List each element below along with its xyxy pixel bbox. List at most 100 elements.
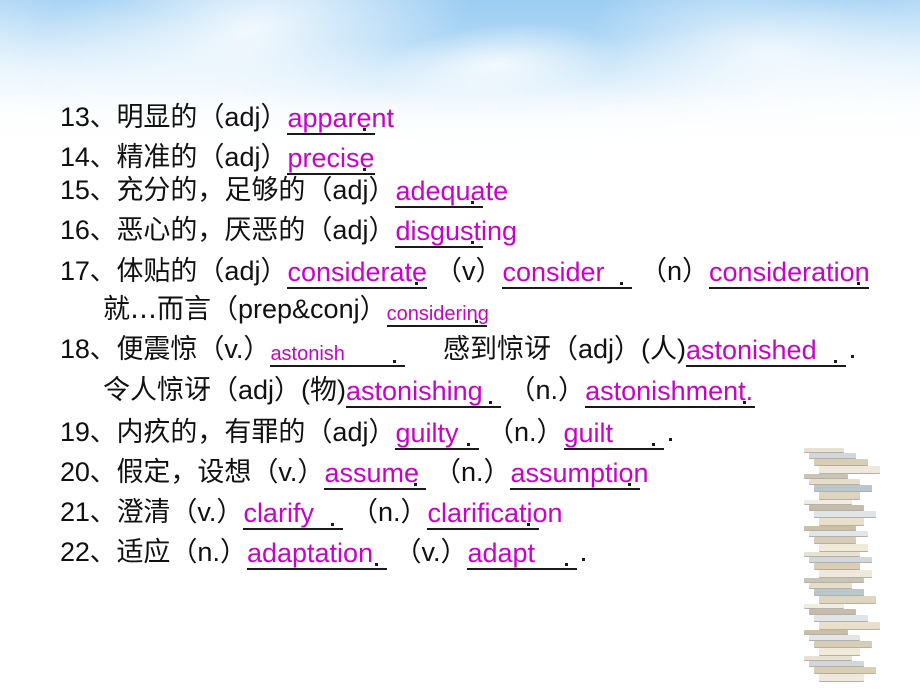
book-in-stack: [819, 544, 868, 551]
blank-underline: [563, 448, 664, 450]
part-of-speech-label: （n.）: [350, 497, 428, 527]
blank-underline: [585, 406, 756, 408]
answer-blank[interactable]: apparent: [287, 104, 394, 135]
part-of-speech-label: （adj）: [305, 175, 396, 205]
vocab-item-number: 20、: [60, 457, 117, 487]
book-in-stack: [814, 641, 872, 647]
blank-end-dot: [374, 563, 378, 566]
vocab-chinese-term: 假定，设想: [116, 457, 252, 488]
blank-end-dot: [467, 443, 471, 446]
handwritten-answer: astonish: [270, 343, 345, 365]
vocab-chinese-term: 令人惊讶: [103, 375, 211, 406]
blank-end-dot: [565, 563, 569, 566]
book-in-stack: [814, 667, 876, 673]
vocab-row: 令人惊讶（adj）(物) astonishing （n.） astonishme…: [103, 375, 756, 408]
part-of-speech-label: （n.）: [486, 417, 564, 447]
blank-underline: [427, 528, 540, 530]
handwritten-answer: apparent: [287, 103, 395, 133]
handwritten-answer: consider: [502, 257, 605, 287]
answer-blank[interactable]: guilty: [395, 418, 480, 450]
vocab-chinese-term: 明显的: [116, 102, 198, 133]
blank-end-dot: [414, 483, 418, 486]
vocab-row: 18、便震惊（v.） astonish 感到惊讶（adj）(人) astonis…: [60, 334, 854, 367]
answer-blank[interactable]: adequate: [395, 177, 508, 208]
book-in-stack: [809, 505, 864, 510]
vocab-row: 19、内疚的，有罪的（adj） guilty （n.） guilt: [60, 417, 672, 450]
answer-blank[interactable]: astonishing: [346, 376, 502, 408]
handwritten-answer: clarification: [427, 498, 563, 528]
vocab-row: 17、体贴的（adj） considerate （v） consider （n）…: [60, 256, 870, 289]
vocab-row: 就…而言（prep&conj） considering: [103, 296, 489, 327]
answer-blank[interactable]: guilt: [563, 418, 664, 450]
handwritten-answer: astonishing: [346, 376, 483, 406]
handwritten-answer: precise: [287, 143, 375, 173]
book-in-stack: [819, 622, 880, 629]
book-in-stack: [804, 500, 852, 504]
part-of-speech-label: （n）: [640, 256, 710, 286]
book-in-stack: [809, 453, 856, 458]
vocab-item-number: 15、: [60, 175, 117, 205]
handwritten-answer: guilt: [563, 418, 614, 448]
answer-blank[interactable]: disgusting: [395, 217, 517, 248]
blank-end-dot: [527, 523, 531, 526]
part-of-speech-label: （n.）: [433, 457, 511, 487]
vocab-row: 13、明显的（adj） apparent: [60, 102, 394, 135]
answer-blank[interactable]: clarification: [427, 499, 563, 530]
part-of-speech-label: （adj）: [305, 417, 396, 447]
answer-blank[interactable]: astonishment.: [585, 376, 756, 408]
trailing-period: [850, 355, 854, 358]
vocab-chinese-term: 澄清: [116, 497, 171, 528]
vocab-chinese-term: 内疚的，有罪的: [116, 417, 306, 448]
vocab-item-number: 18、: [60, 334, 117, 364]
part-of-speech-label: （v）: [434, 256, 503, 286]
part-of-speech-label: （n.）: [170, 537, 247, 567]
handwritten-answer: consideration: [709, 257, 870, 287]
blank-underline: [287, 133, 376, 135]
handwritten-answer: disgusting: [395, 216, 518, 246]
blank-underline: [510, 488, 641, 490]
blank-end-dot: [393, 360, 397, 363]
blank-underline: [502, 287, 633, 289]
answer-blank[interactable]: astonished: [685, 335, 846, 367]
answer-blank[interactable]: consideration: [709, 257, 870, 289]
answer-blank[interactable]: assume: [324, 459, 427, 490]
handwritten-answer: guilty: [395, 418, 459, 448]
part-of-speech-label: （adj）: [197, 142, 288, 172]
answer-blank[interactable]: assumption: [510, 459, 649, 490]
handwritten-answer: clarify: [243, 498, 314, 528]
vocab-chinese-term: 充分的，足够的: [116, 175, 306, 206]
book-in-stack: [819, 596, 876, 603]
vocab-chinese-term: 便震惊: [116, 334, 198, 365]
blank-underline: [685, 365, 846, 367]
blank-underline: [395, 246, 484, 248]
book-in-stack: [819, 518, 864, 525]
blank-end-dot: [833, 360, 837, 363]
vocab-item-number: 22、: [60, 537, 117, 567]
answer-blank[interactable]: considerate: [287, 258, 428, 289]
vocab-item-number: 21、: [60, 497, 117, 527]
vocab-chinese-term: 体贴的: [116, 256, 198, 287]
answer-blank[interactable]: precise: [287, 143, 376, 175]
answer-blank[interactable]: adapt: [467, 539, 578, 570]
answer-blank[interactable]: consider: [502, 257, 633, 289]
book-in-stack: [809, 583, 852, 588]
blank-end-dot: [651, 443, 655, 446]
handwritten-answer: astonished: [685, 335, 817, 365]
answer-blank[interactable]: considering: [386, 296, 489, 327]
book-in-stack: [804, 578, 864, 582]
blank-underline: [709, 287, 870, 289]
blank-end-dot: [471, 201, 475, 204]
book-in-stack: [819, 674, 864, 681]
blank-end-dot: [628, 483, 632, 486]
answer-blank[interactable]: clarify: [243, 498, 344, 530]
book-in-stack: [819, 492, 860, 499]
blank-underline: [467, 568, 578, 570]
answer-blank[interactable]: adaptation: [246, 539, 387, 570]
vocab-row: 22、适应（n.） adaptation （v.） adapt: [60, 537, 586, 570]
book-in-stack: [809, 609, 856, 614]
vocab-chinese-term: 精准的: [116, 142, 198, 173]
blank-underline: [324, 488, 427, 490]
handwritten-answer: astonishment.: [585, 376, 754, 406]
answer-blank[interactable]: astonish: [270, 336, 406, 367]
book-in-stack: [819, 648, 860, 655]
